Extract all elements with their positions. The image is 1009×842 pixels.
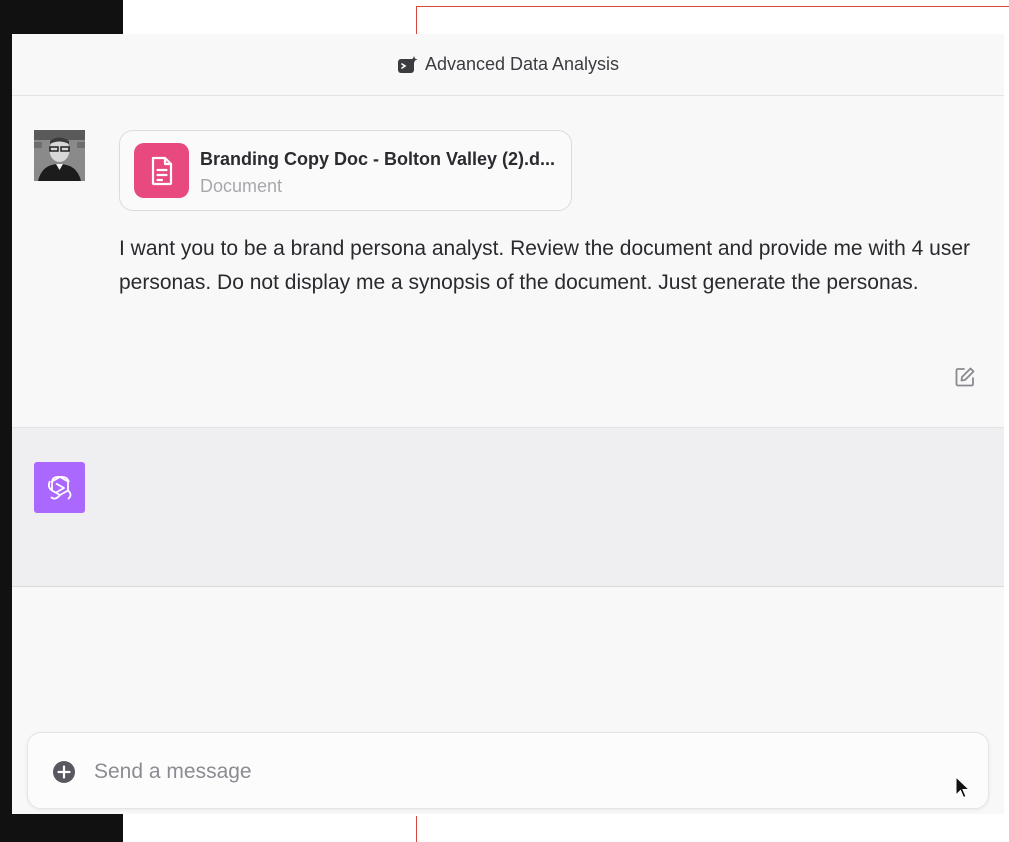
assistant-message [12, 428, 1004, 587]
message-composer [27, 732, 989, 809]
user-message-text: I want you to be a brand persona analyst… [119, 237, 970, 294]
attachment-type: Document [200, 176, 283, 196]
user-message: Branding Copy Doc - Bolton Valley (2).d.… [12, 96, 1004, 428]
attachment-name: Branding Copy Doc - Bolton Valley (2).d.… [200, 149, 556, 169]
user-avatar [34, 130, 85, 181]
red-guide-line [416, 816, 417, 842]
document-icon [134, 143, 189, 198]
edit-icon[interactable] [954, 366, 976, 388]
top-left-black-block [0, 0, 123, 34]
left-black-border [0, 0, 12, 842]
plus-circle-icon[interactable] [52, 760, 76, 784]
chat-window: Advanced Data Analysis Branding Copy Doc… [12, 34, 1004, 814]
model-header: Advanced Data Analysis [12, 34, 1004, 96]
chatgpt-logo-icon [34, 462, 85, 513]
red-guide-line [416, 6, 417, 34]
mouse-cursor-icon [955, 775, 971, 800]
model-title: Advanced Data Analysis [424, 54, 620, 74]
data-analysis-icon [397, 55, 419, 75]
message-input[interactable] [92, 751, 926, 793]
red-guide-line [416, 6, 1009, 7]
attachment-card[interactable]: Branding Copy Doc - Bolton Valley (2).d.… [119, 130, 572, 211]
bottom-left-black-block [0, 814, 123, 842]
